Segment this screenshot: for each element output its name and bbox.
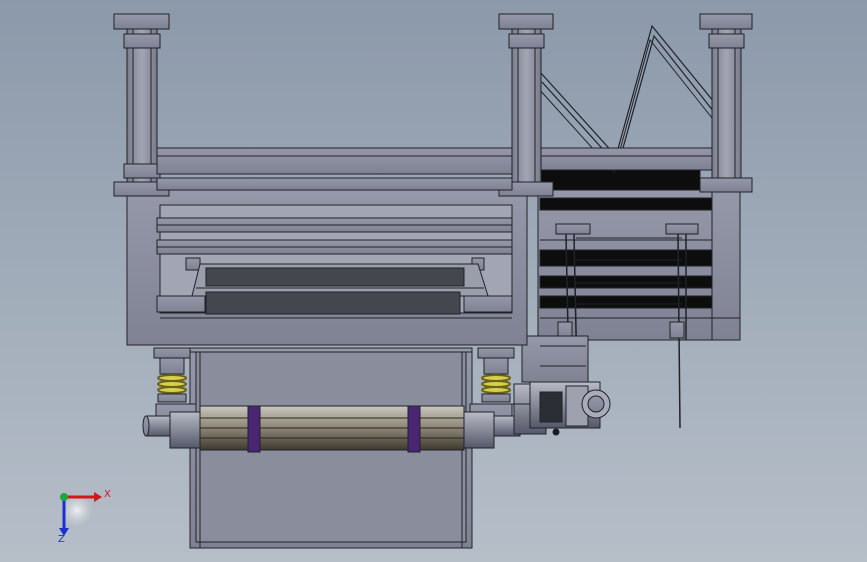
hopper[interactable] (191, 263, 489, 315)
y-axis-dot (60, 493, 68, 501)
z-axis-label: Z (58, 534, 65, 545)
top-crossbar[interactable] (156, 147, 713, 175)
cad-viewport[interactable]: X Z (0, 0, 867, 562)
spring-right[interactable] (477, 347, 515, 403)
orientation-triad[interactable]: X Z (58, 489, 111, 545)
main-frame[interactable] (113, 177, 554, 346)
drive-motor[interactable] (504, 381, 611, 436)
x-axis-label: X (104, 489, 111, 500)
spring-left[interactable] (153, 347, 191, 403)
model-drawing[interactable]: X Z (0, 0, 867, 562)
triad-ball (64, 497, 97, 530)
drum-roller[interactable] (142, 405, 521, 453)
